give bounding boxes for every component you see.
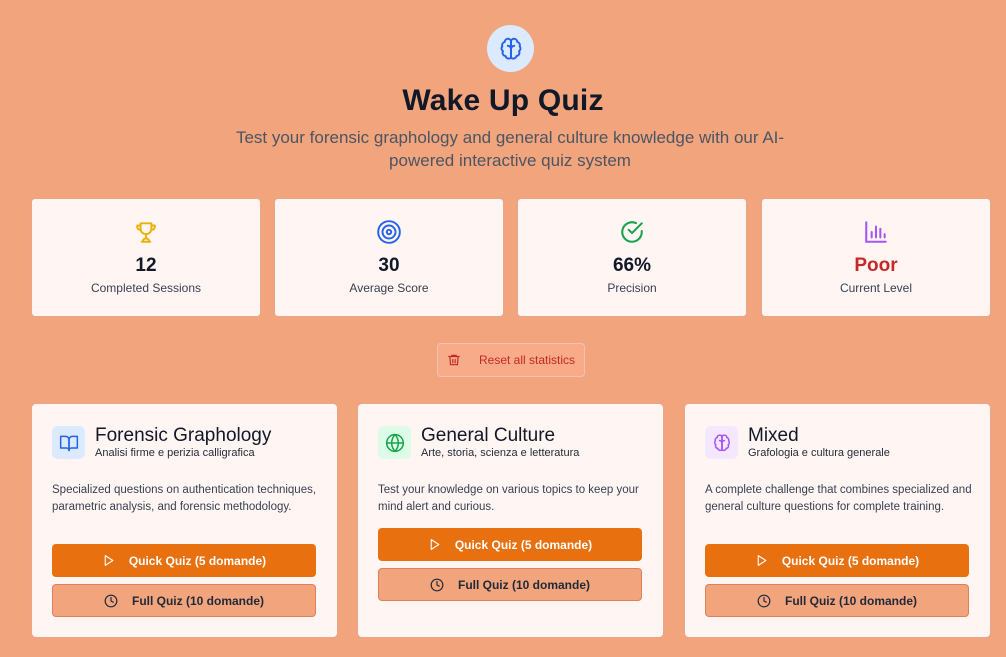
brain-icon bbox=[500, 37, 521, 60]
play-icon bbox=[757, 555, 767, 566]
card-subtitle: Analisi firme e perizia calligrafica bbox=[95, 447, 255, 459]
quiz-card-forensic-graphology: Forensic Graphology Analisi firme e peri… bbox=[31, 403, 338, 638]
page-title: Wake Up Quiz bbox=[402, 84, 604, 117]
quiz-card-mixed: Mixed Grafologia e cultura generale A co… bbox=[684, 403, 991, 638]
card-subtitle: Arte, storia, scienza e letteratura bbox=[421, 447, 580, 459]
reset-statistics-button[interactable]: Reset all statistics bbox=[437, 343, 585, 377]
brain-icon bbox=[713, 433, 730, 451]
full-quiz-label: Full Quiz (10 domande) bbox=[457, 577, 590, 592]
stat-value: 12 bbox=[135, 255, 157, 276]
quick-quiz-label: Quick Quiz (5 domande) bbox=[128, 553, 267, 568]
clock-icon bbox=[757, 594, 771, 607]
page-subtitle: Test your forensic graphology and genera… bbox=[235, 128, 785, 170]
stat-card-completed-sessions: 12 Completed Sessions bbox=[31, 198, 261, 317]
globe-icon bbox=[385, 433, 404, 452]
trash-icon bbox=[448, 354, 460, 366]
quick-quiz-button[interactable]: Quick Quiz (5 domande) bbox=[52, 544, 316, 577]
quick-quiz-label: Quick Quiz (5 domande) bbox=[454, 537, 593, 552]
card-title: Forensic Graphology bbox=[95, 425, 272, 446]
trophy-icon bbox=[136, 222, 156, 243]
book-icon bbox=[59, 435, 78, 451]
card-subtitle: Grafologia e cultura generale bbox=[748, 447, 890, 459]
stat-card-average-score: 30 Average Score bbox=[274, 198, 504, 317]
card-icon-box bbox=[52, 426, 85, 459]
stat-value: 30 bbox=[378, 255, 400, 276]
stat-card-precision: 66% Precision bbox=[517, 198, 747, 317]
bar-chart-icon bbox=[865, 221, 887, 243]
full-quiz-label: Full Quiz (10 domande) bbox=[784, 593, 917, 608]
full-quiz-button[interactable]: Full Quiz (10 domande) bbox=[378, 568, 642, 601]
quick-quiz-label: Quick Quiz (5 domande) bbox=[781, 553, 920, 568]
stat-card-current-level: Poor Current Level bbox=[761, 198, 991, 317]
stat-label: Current Level bbox=[839, 281, 913, 295]
card-title: Mixed bbox=[748, 425, 799, 446]
card-icon-box bbox=[705, 426, 738, 459]
card-description: Specialized questions on authentication … bbox=[52, 484, 317, 513]
clock-icon bbox=[104, 594, 118, 607]
quick-quiz-button[interactable]: Quick Quiz (5 domande) bbox=[378, 528, 642, 561]
reset-statistics-label: Reset all statistics bbox=[478, 353, 576, 367]
full-quiz-button[interactable]: Full Quiz (10 domande) bbox=[705, 584, 969, 617]
stat-label: Average Score bbox=[349, 281, 429, 295]
play-icon bbox=[104, 555, 114, 566]
full-quiz-label: Full Quiz (10 domande) bbox=[131, 593, 264, 608]
card-description: Test your knowledge on various topics to… bbox=[378, 484, 639, 513]
app-logo bbox=[487, 25, 534, 72]
play-icon bbox=[430, 539, 440, 550]
stat-label: Precision bbox=[607, 281, 657, 295]
check-circle-icon bbox=[621, 221, 643, 243]
card-description: A complete challenge that combines speci… bbox=[705, 484, 972, 513]
full-quiz-button[interactable]: Full Quiz (10 domande) bbox=[52, 584, 316, 617]
stat-value: Poor bbox=[854, 255, 898, 276]
clock-icon bbox=[430, 578, 444, 591]
stat-value: 66% bbox=[612, 255, 652, 276]
quiz-card-general-culture: General Culture Arte, storia, scienza e … bbox=[357, 403, 664, 638]
card-title: General Culture bbox=[421, 425, 556, 446]
quick-quiz-button[interactable]: Quick Quiz (5 domande) bbox=[705, 544, 969, 577]
card-icon-box bbox=[378, 426, 411, 459]
target-icon bbox=[377, 220, 401, 244]
stat-label: Completed Sessions bbox=[90, 281, 202, 295]
